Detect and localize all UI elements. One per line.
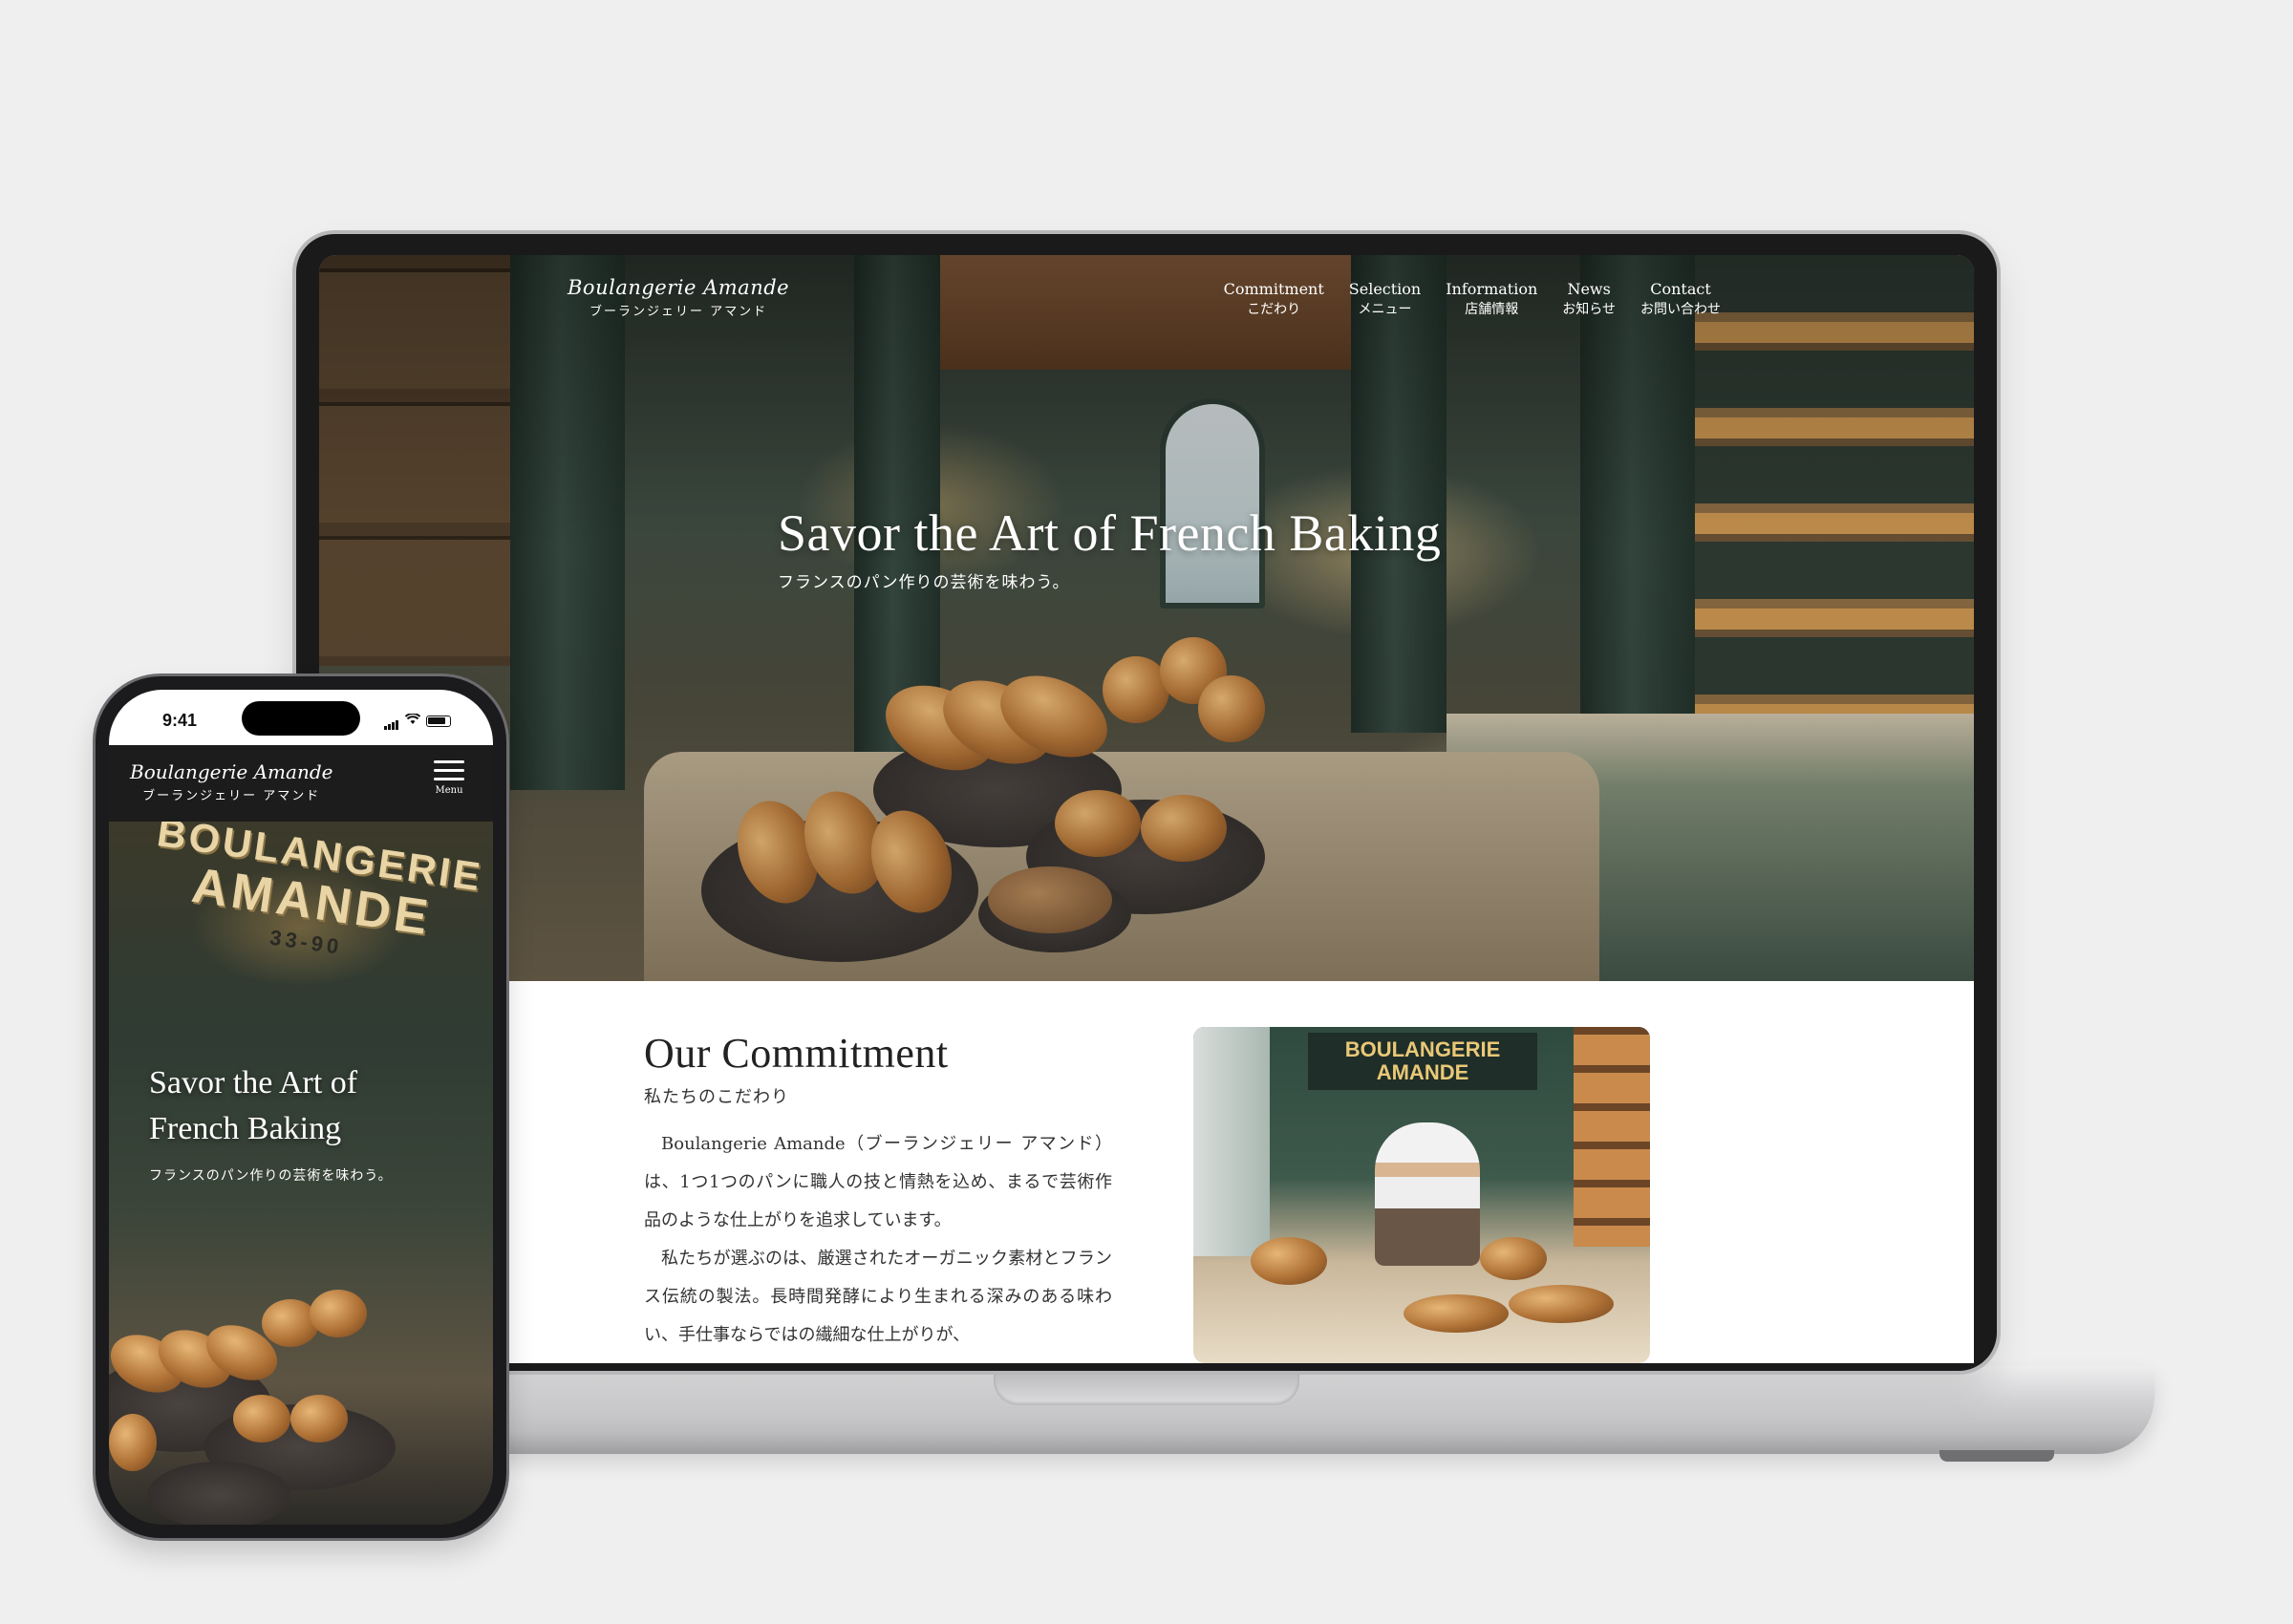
mobile-hero-text: Savor the Art of French Baking フランスのパン作り… [149, 1060, 393, 1185]
status-time: 9:41 [162, 711, 198, 730]
commitment-image: BOULANGERIE AMANDE [1193, 1027, 1650, 1363]
image-bread [1480, 1237, 1547, 1280]
mobile-hero-title-line: Savor the Art of [149, 1065, 358, 1100]
image-bread [1251, 1237, 1327, 1285]
commitment-section: Our Commitment 私たちのこだわり Boulangerie Aman… [319, 981, 1974, 1363]
nav-item-sublabel: こだわり [1247, 302, 1301, 317]
hero-section: Boulangerie Amande ブーランジェリー アマンド Commitm… [319, 255, 1974, 981]
commitment-text: Our Commitment 私たちのこだわり Boulangerie Aman… [644, 1029, 1112, 1355]
nav-item-information[interactable]: Information 店舗情報 [1446, 280, 1537, 318]
image-baker [1375, 1122, 1480, 1266]
mobile-site-logo[interactable]: Boulangerie Amande ブーランジェリー アマンド [130, 760, 332, 803]
laptop-screen: Boulangerie Amande ブーランジェリー アマンド Commitm… [319, 255, 1974, 1363]
image-croissant [1509, 1285, 1614, 1323]
nav-item-sublabel: お知らせ [1562, 302, 1616, 317]
nav-item-sublabel: メニュー [1358, 302, 1412, 317]
logo-script: Boulangerie Amande [130, 760, 333, 783]
hero-overlay [319, 255, 1974, 981]
nav-item-commitment[interactable]: Commitment こだわり [1224, 280, 1324, 318]
nav-item-selection[interactable]: Selection メニュー [1349, 280, 1421, 318]
nav-item-label: Selection [1348, 280, 1422, 298]
image-sign-line: AMANDE [1376, 1060, 1469, 1084]
nav-item-label: Commitment [1223, 280, 1324, 298]
menu-label: Menu [435, 785, 463, 796]
mobile-hero-croissant [233, 1395, 290, 1442]
hamburger-icon [430, 760, 468, 780]
mobile-hero-croissant [290, 1395, 348, 1442]
laptop-trackpad-notch [994, 1367, 1299, 1405]
nav-item-sublabel: 店舗情報 [1465, 302, 1519, 317]
commitment-subtitle: 私たちのこだわり [644, 1087, 789, 1107]
storefront-sign: BOULANGERIE AMANDE 33-90 [136, 822, 486, 1035]
nav-item-label: Information [1446, 280, 1538, 298]
wifi-icon [404, 713, 421, 730]
mobile-hero-bun [310, 1290, 367, 1337]
hero-text: Savor the Art of French Baking フランスのパン作り… [778, 503, 1441, 592]
menu-button[interactable]: Menu [430, 760, 468, 796]
image-window [1193, 1027, 1270, 1256]
laptop-foot [1939, 1450, 2054, 1462]
mobile-hero-section: BOULANGERIE AMANDE 33-90 Savor the Art o… [109, 822, 493, 1525]
mobile-header: Boulangerie Amande ブーランジェリー アマンド Menu [109, 745, 493, 822]
mobile-hero-title-line: French Baking [149, 1111, 342, 1146]
mobile-hero-tray [147, 1462, 290, 1525]
nav-item-sublabel: お問い合わせ [1640, 302, 1721, 317]
nav-item-contact[interactable]: Contact お問い合わせ [1640, 280, 1721, 318]
mobile-hero-title: Savor the Art of French Baking [149, 1060, 393, 1152]
hero-subtitle: フランスのパン作りの芸術を味わう。 [778, 573, 1070, 592]
image-croissant [1404, 1294, 1509, 1333]
nav-item-news[interactable]: News お知らせ [1562, 280, 1616, 318]
mobile-hero-subtitle: フランスのパン作りの芸術を味わう。 [149, 1168, 393, 1184]
phone-screen: 9:41 Boulangerie Amande ブーランジェリー アマンド Me… [109, 690, 493, 1525]
hero-title: Savor the Art of French Baking [778, 504, 1442, 562]
nav-item-label: News [1567, 280, 1611, 298]
dynamic-island [242, 701, 360, 736]
commitment-paragraph: 私たちが選ぶのは、厳選されたオーガニック素材とフランス伝統の製法。長時間発酵によ… [644, 1249, 1112, 1345]
logo-kana: ブーランジェリー アマンド [589, 305, 768, 319]
status-bar: 9:41 [109, 690, 493, 745]
logo-script: Boulangerie Amande [568, 276, 790, 299]
mobile-hero-croissant [109, 1414, 157, 1471]
battery-icon [426, 716, 451, 727]
commitment-body: Boulangerie Amande（ブーランジェリー アマンド）は、1つ1つの… [644, 1125, 1112, 1355]
signal-icon [384, 713, 399, 730]
laptop-frame: Boulangerie Amande ブーランジェリー アマンド Commitm… [296, 234, 1997, 1371]
nav-item-label: Contact [1650, 280, 1711, 298]
site-logo[interactable]: Boulangerie Amande ブーランジェリー アマンド [568, 276, 789, 319]
phone-frame: 9:41 Boulangerie Amande ブーランジェリー アマンド Me… [96, 676, 506, 1538]
commitment-paragraph: Boulangerie Amande（ブーランジェリー アマンド）は、1つ1つの… [644, 1134, 1112, 1230]
main-nav: Commitment こだわり Selection メニュー Informati… [1224, 280, 1721, 318]
image-shop-sign: BOULANGERIE AMANDE [1308, 1033, 1537, 1090]
status-icons [384, 713, 451, 730]
commitment-title: Our Commitment [644, 1030, 949, 1077]
image-bread-shelf [1574, 1027, 1650, 1247]
logo-kana: ブーランジェリー アマンド [142, 789, 321, 803]
image-sign-line: BOULANGERIE [1344, 1037, 1501, 1061]
